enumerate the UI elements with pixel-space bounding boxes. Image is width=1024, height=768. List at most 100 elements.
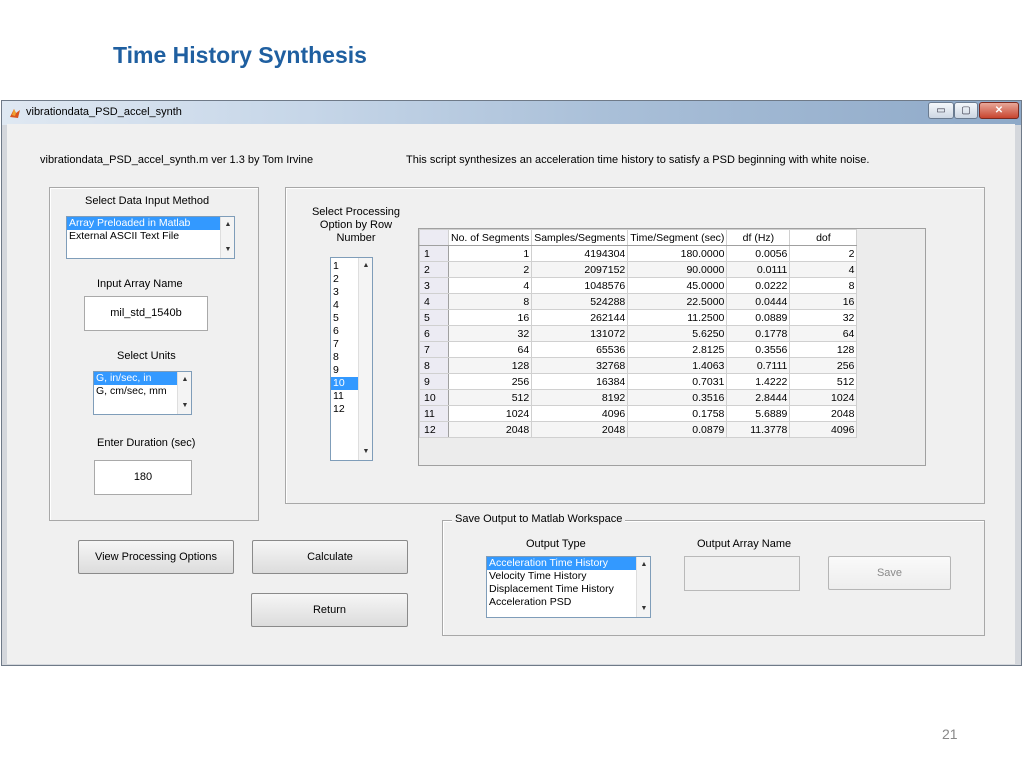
minimize-button[interactable]: ▭	[928, 102, 954, 119]
processing-row-option[interactable]: 4	[331, 299, 358, 312]
table-row[interactable]: 9 256 16384 0.7031 1.4222 512	[419, 373, 858, 390]
row-header[interactable]: 6	[419, 325, 449, 342]
scroll-down-icon[interactable]: ▼	[221, 244, 234, 256]
output-array-field[interactable]	[684, 556, 800, 591]
input-method-option[interactable]: Array Preloaded in Matlab	[67, 217, 220, 230]
table-cell[interactable]: 22.5000	[627, 293, 728, 310]
output-type-scrollbar[interactable]: ▲ ▼	[636, 557, 650, 617]
table-cell[interactable]: 16	[789, 293, 858, 310]
table-cell[interactable]: 512	[447, 389, 533, 406]
table-cell[interactable]: 0.0879	[627, 421, 728, 438]
table-cell[interactable]: 128	[789, 341, 858, 358]
table-cell[interactable]: 0.0222	[726, 277, 791, 294]
table-row[interactable]: 2 2 2097152 90.0000 0.0111 4	[419, 261, 858, 278]
table-cell[interactable]: 2097152	[531, 261, 629, 278]
table-cell[interactable]: 8192	[531, 389, 629, 406]
processing-row-listbox[interactable]: 1 2 3 4 5 6 7 8 9 10 11 12 ▲ ▼	[330, 257, 373, 461]
units-scrollbar[interactable]: ▲ ▼	[177, 372, 191, 414]
table-row[interactable]: 6 32 131072 5.6250 0.1778 64	[419, 325, 858, 342]
table-cell[interactable]: 2048	[447, 421, 533, 438]
table-row[interactable]: 1 1 4194304 180.0000 0.0056 2	[419, 245, 858, 262]
row-header[interactable]: 4	[419, 293, 449, 310]
processing-row-option[interactable]: 12	[331, 403, 358, 416]
row-header[interactable]: 8	[419, 357, 449, 374]
row-header[interactable]: 12	[419, 421, 449, 438]
scroll-up-icon[interactable]: ▲	[178, 374, 191, 386]
output-type-option[interactable]: Displacement Time History	[487, 583, 636, 596]
processing-row-option[interactable]: 10	[331, 377, 358, 390]
table-cell[interactable]: 0.7111	[726, 357, 791, 374]
column-header[interactable]: df (Hz)	[726, 229, 791, 246]
table-cell[interactable]: 1048576	[531, 277, 629, 294]
table-cell[interactable]: 32	[447, 325, 533, 342]
return-button[interactable]: Return	[251, 593, 408, 627]
input-array-field[interactable]: mil_std_1540b	[84, 296, 208, 331]
processing-row-option[interactable]: 1	[331, 260, 358, 273]
table-cell[interactable]: 8	[447, 293, 533, 310]
table-row[interactable]: 10 512 8192 0.3516 2.8444 1024	[419, 389, 858, 406]
table-cell[interactable]: 11.3778	[726, 421, 791, 438]
table-cell[interactable]: 262144	[531, 309, 629, 326]
table-cell[interactable]: 2.8444	[726, 389, 791, 406]
processing-row-option[interactable]: 9	[331, 364, 358, 377]
scroll-up-icon[interactable]: ▲	[359, 260, 372, 272]
table-cell[interactable]: 524288	[531, 293, 629, 310]
table-cell[interactable]: 16384	[531, 373, 629, 390]
table-row[interactable]: 3 4 1048576 45.0000 0.0222 8	[419, 277, 858, 294]
output-type-option[interactable]: Velocity Time History	[487, 570, 636, 583]
table-cell[interactable]: 4194304	[531, 245, 629, 262]
table-cell[interactable]: 2.8125	[627, 341, 728, 358]
column-header[interactable]: No. of Segments	[447, 229, 533, 246]
table-cell[interactable]: 2	[447, 261, 533, 278]
table-cell[interactable]: 0.0056	[726, 245, 791, 262]
scroll-down-icon[interactable]: ▼	[178, 400, 191, 412]
table-cell[interactable]: 11.2500	[627, 309, 728, 326]
processing-row-option[interactable]: 6	[331, 325, 358, 338]
table-cell[interactable]: 256	[789, 357, 858, 374]
units-option[interactable]: G, in/sec, in	[94, 372, 177, 385]
table-cell[interactable]: 32768	[531, 357, 629, 374]
input-method-option[interactable]: External ASCII Text File	[67, 230, 220, 243]
row-header[interactable]: 10	[419, 389, 449, 406]
table-row[interactable]: 4 8 524288 22.5000 0.0444 16	[419, 293, 858, 310]
maximize-button[interactable]: ▢	[954, 102, 978, 119]
table-cell[interactable]: 2	[789, 245, 858, 262]
table-cell[interactable]: 2048	[789, 405, 858, 422]
table-cell[interactable]: 512	[789, 373, 858, 390]
processing-row-option[interactable]: 7	[331, 338, 358, 351]
table-cell[interactable]: 4096	[789, 421, 858, 438]
table-cell[interactable]: 0.1778	[726, 325, 791, 342]
input-method-scrollbar[interactable]: ▲ ▼	[220, 217, 234, 258]
close-button[interactable]: ✕	[979, 102, 1019, 119]
table-cell[interactable]: 1.4222	[726, 373, 791, 390]
units-listbox[interactable]: G, in/sec, in G, cm/sec, mm ▲ ▼	[93, 371, 192, 415]
table-cell[interactable]: 64	[447, 341, 533, 358]
duration-field[interactable]: 180	[94, 460, 192, 495]
table-cell[interactable]: 0.7031	[627, 373, 728, 390]
column-header[interactable]: Time/Segment (sec)	[627, 229, 728, 246]
scroll-up-icon[interactable]: ▲	[221, 219, 234, 231]
row-header[interactable]: 3	[419, 277, 449, 294]
table-cell[interactable]: 128	[447, 357, 533, 374]
row-header[interactable]: 11	[419, 405, 449, 422]
units-option[interactable]: G, cm/sec, mm	[94, 385, 177, 398]
table-cell[interactable]: 0.0889	[726, 309, 791, 326]
table-cell[interactable]: 4	[789, 261, 858, 278]
save-button[interactable]: Save	[828, 556, 951, 590]
output-type-option[interactable]: Acceleration PSD	[487, 596, 636, 609]
table-cell[interactable]: 1.4063	[627, 357, 728, 374]
row-header[interactable]: 5	[419, 309, 449, 326]
calculate-button[interactable]: Calculate	[252, 540, 408, 574]
table-cell[interactable]: 0.3516	[627, 389, 728, 406]
output-type-option[interactable]: Acceleration Time History	[487, 557, 636, 570]
table-row[interactable]: 11 1024 4096 0.1758 5.6889 2048	[419, 405, 858, 422]
table-cell[interactable]: 90.0000	[627, 261, 728, 278]
table-cell[interactable]: 65536	[531, 341, 629, 358]
processing-row-option[interactable]: 5	[331, 312, 358, 325]
output-type-listbox[interactable]: Acceleration Time History Velocity Time …	[486, 556, 651, 618]
table-row[interactable]: 12 2048 2048 0.0879 11.3778 4096	[419, 421, 858, 438]
table-cell[interactable]: 0.3556	[726, 341, 791, 358]
table-row[interactable]: 5 16 262144 11.2500 0.0889 32	[419, 309, 858, 326]
table-cell[interactable]: 256	[447, 373, 533, 390]
row-header[interactable]: 1	[419, 245, 449, 262]
